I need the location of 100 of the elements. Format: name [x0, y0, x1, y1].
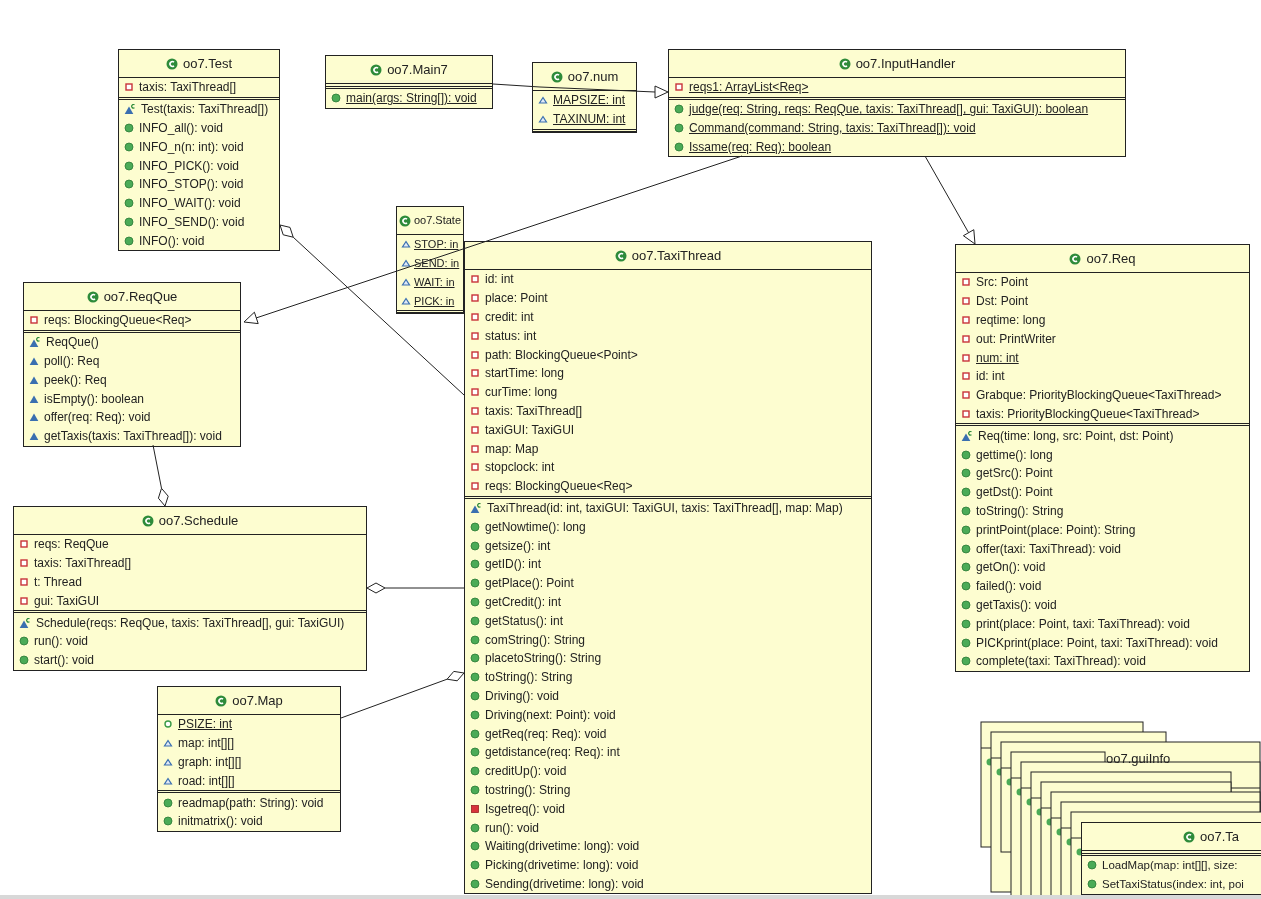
field-label: WAIT: in [414, 274, 455, 290]
class-name: oo7.num [567, 67, 619, 86]
field-label: taxis: TaxiThread[] [485, 402, 583, 420]
class-box[interactable]: oo7.num MAPSIZE: int TAXINUM: int [532, 62, 637, 133]
class-name: oo7.State [413, 213, 462, 229]
class-icon [165, 57, 178, 70]
method-label: main(args: String[]): void [346, 90, 477, 108]
class-box[interactable] [955, 244, 1250, 672]
method-label: Command(command: String, taxis: TaxiThread[]): void [689, 120, 976, 137]
class-box[interactable]: oo7.Test taxis: TaxiThread[] Test(taxis: TaxiThread[]) INFO_all(): void INFO_n(n: int): void INFO_PICK(): void INFO_STOP(): void INFO_WAIT(): void INFO_SEND(): void INFO(): void [118, 49, 280, 252]
class-icon [370, 63, 383, 76]
method-label: Sending(drivetime: long): void [485, 875, 644, 893]
class-icon [141, 514, 154, 527]
field-label: gui: TaxiGUI [34, 592, 100, 610]
class-name: oo7.Req [1086, 249, 1136, 268]
field-label: Grabque: PriorityBlockingQueue<TaxiThread> [976, 387, 1222, 405]
method-label: Isgetreq(): void [485, 800, 566, 818]
field-label: t: Thread [34, 574, 82, 591]
class-icon [614, 249, 627, 262]
field-label: credit: int [485, 309, 534, 326]
method-label: tostring(): String [485, 781, 571, 799]
method-label: getPlace(): Point [485, 575, 574, 593]
field-label: PICK: in [414, 293, 455, 309]
method-label: poll(): Req [44, 353, 100, 370]
field-label: status: int [485, 327, 537, 345]
method-label: placetoString(): String [485, 650, 602, 668]
field-label: reqs: BlockingQueue<Req> [44, 312, 192, 330]
method-label: run(): void [34, 633, 89, 651]
class-icon [398, 214, 411, 227]
class-box[interactable]: oo7.Ta LoadMap(map: int[][], size: SetTaxiStatus(index: int, poi [1081, 822, 1261, 895]
method-label: creditUp(): void [485, 763, 567, 781]
method-label: getReq(req: Req): void [485, 725, 607, 743]
field-label: id: int [485, 271, 514, 289]
field-label: stopclock: int [485, 459, 555, 477]
class-box[interactable]: oo7.Map PSIZE: int map: int[][] graph: int[][] road: int[][] readmap(path: String): void initmatrix(): void [157, 686, 341, 832]
field-label: reqs1: ArrayList<Req> [689, 79, 809, 97]
field-label: reqs: BlockingQueue<Req> [485, 478, 633, 496]
field-label: out: PrintWriter [976, 330, 1056, 348]
method-label: comString(): String [485, 631, 586, 649]
method-label: INFO_SEND(): void [139, 213, 245, 231]
method-label: INFO_WAIT(): void [139, 195, 241, 213]
method-label: PICKprint(place: Point, taxi: TaxiThread): void [976, 634, 1218, 652]
method-label: ReqQue() [46, 334, 99, 352]
scroll-bar[interactable] [0, 895, 1261, 899]
method-label: getTaxis(taxis: TaxiThread[]): void [44, 428, 222, 446]
class-box[interactable] [464, 241, 872, 895]
method-label: Picking(drivetime: long): void [485, 857, 639, 875]
field-label: map: int[][] [178, 735, 235, 753]
class-icon [838, 57, 851, 70]
class-name: oo7.Schedule [158, 511, 239, 530]
class-box[interactable]: oo7.ReqQue reqs: BlockingQueue<Req> ReqQue() poll(): Req peek(): Req isEmpty(): boolean offer(req: Req): void getTaxis(taxis: TaxiThread[]): void [23, 282, 241, 447]
class-name: oo7.InputHandler [855, 54, 956, 73]
class-name: oo7.Map [232, 691, 283, 710]
method-label: INFO_n(n: int): void [139, 138, 244, 156]
field-label: id: int [976, 368, 1005, 386]
method-label: getTaxis(): void [976, 596, 1057, 614]
class-box[interactable]: oo7.Main7 main(args: String[]): void [325, 55, 493, 109]
method-label: judge(req: String, reqs: ReqQue, taxis: TaxiThread[], gui: TaxiGUI): boolean [689, 101, 1089, 119]
method-label: getOn(): void [976, 559, 1046, 577]
field-label: graph: int[][] [178, 754, 242, 771]
method-label: Schedule(reqs: ReqQue, taxis: TaxiThread[], gui: TaxiGUI) [36, 614, 345, 632]
method-label: getdistance(req: Req): int [485, 744, 620, 762]
field-label: road: int[][] [178, 772, 235, 790]
method-label: toString(): String [485, 669, 573, 687]
method-label: Issame(req: Req): boolean [689, 138, 832, 156]
method-label: Waiting(drivetime: long): void [485, 838, 640, 856]
method-label: offer(taxi: TaxiThread): void [976, 540, 1121, 558]
field-label: place: Point [485, 290, 548, 308]
field-label: num: int [976, 349, 1019, 367]
class-name: oo7.Test [182, 54, 233, 73]
field-label: reqtime: long [976, 312, 1046, 329]
field-label: taxiGUI: TaxiGUI [485, 421, 575, 439]
method-label: INFO_PICK(): void [139, 157, 240, 175]
field-label: Src: Point [976, 274, 1029, 292]
method-label: start(): void [34, 652, 94, 670]
method-label: Driving(next: Point): void [485, 706, 616, 724]
class-name: oo7.ReqQue [103, 287, 178, 306]
class-box[interactable]: oo7.Schedule reqs: ReqQue taxis: TaxiThread[] t: Thread gui: TaxiGUI Schedule(reqs: ReqQue, taxis: TaxiThread[], gui: TaxiGUI) run(): void start(): void [13, 506, 367, 671]
method-label: print(place: Point, taxi: TaxiThread): void [976, 615, 1190, 633]
method-label: toString(): String [976, 502, 1064, 520]
method-label: getID(): int [485, 556, 541, 574]
field-label: reqs: ReqQue [34, 536, 109, 554]
field-label: TAXINUM: int [553, 111, 626, 129]
field-label: map: Map [485, 440, 539, 458]
method-label: INFO(): void [139, 232, 205, 250]
class-box[interactable]: oo7.InputHandler reqs1: ArrayList<Req> judge(req: String, reqs: ReqQue, taxis: TaxiThread[], gui: TaxiGUI): boolean Command(command: String, taxis: TaxiThread[]): void Issame(req: Req): boolean [668, 49, 1126, 158]
method-label: Driving(): void [485, 687, 559, 705]
field-label: taxis: TaxiThread[] [34, 555, 132, 573]
field-label: taxis: TaxiThread[] [139, 79, 237, 97]
field-label: curTime: long [485, 384, 558, 402]
method-label: getDst(): Point [976, 484, 1053, 502]
method-label: printPoint(place: Point): String [976, 521, 1136, 539]
method-label: peek(): Req [44, 371, 107, 389]
method-label: initmatrix(): void [178, 813, 263, 831]
method-label: readmap(path: String): void [178, 794, 324, 812]
method-label: complete(taxi: TaxiThread): void [976, 653, 1146, 671]
field-label: PSIZE: int [178, 716, 233, 734]
method-label: offer(req: Req): void [44, 409, 151, 427]
method-label: getNowtime(): long [485, 518, 586, 536]
class-icon [550, 70, 563, 83]
